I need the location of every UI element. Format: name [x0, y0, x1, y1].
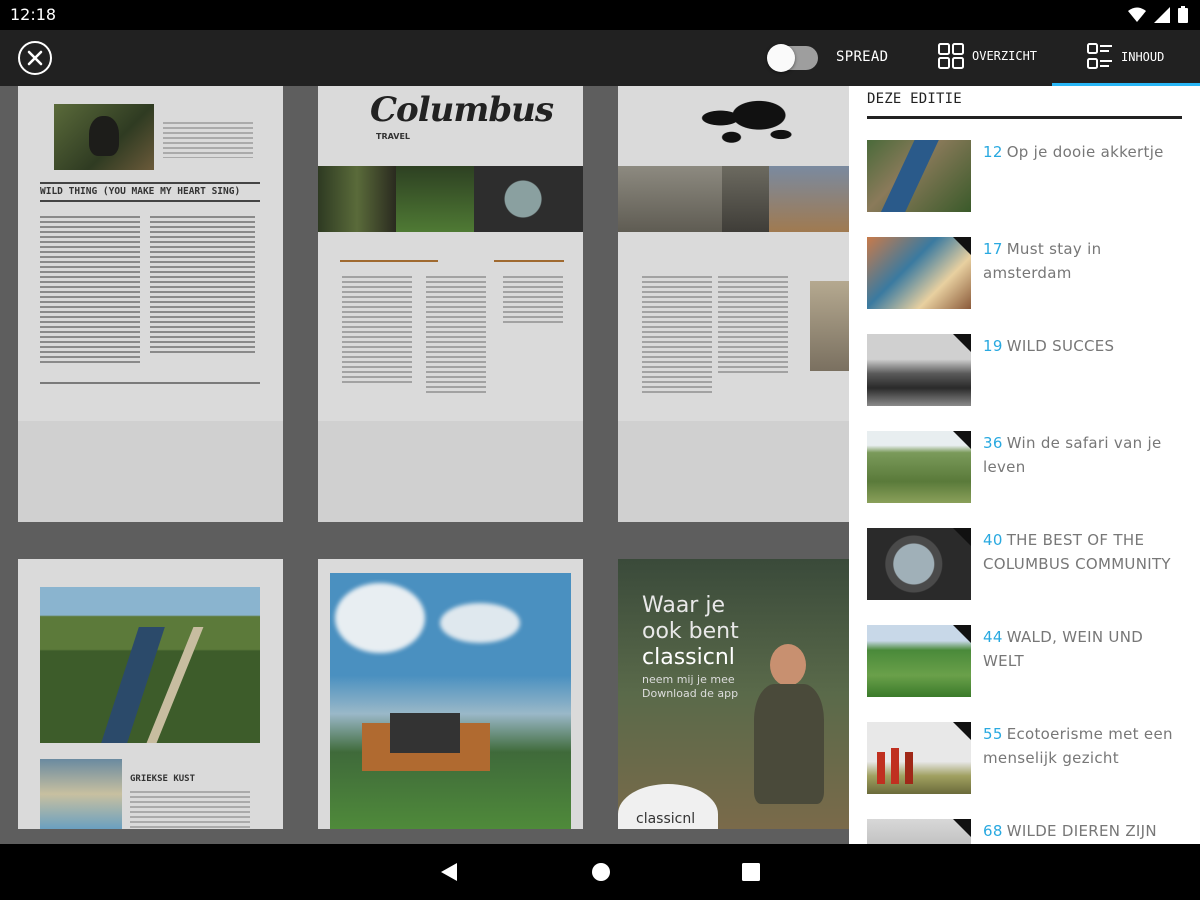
cover-strip [318, 166, 583, 232]
toc-item[interactable]: 44 WALD, WEIN UND WELT [867, 625, 1187, 722]
back-button[interactable] [440, 862, 458, 886]
toc-title: WALD, WEIN UND WELT [983, 628, 1144, 670]
home-button[interactable] [591, 862, 611, 886]
toc-item[interactable]: 55 Ecotoerisme met een menselijk gezicht [867, 722, 1187, 819]
ad-brand: classicnl [642, 645, 735, 670]
cabin-photo [330, 573, 571, 829]
grid-icon [938, 43, 964, 69]
toc-page-number: 17 [983, 240, 1003, 258]
contents-icon [1087, 43, 1112, 69]
recents-button[interactable] [741, 862, 761, 886]
toc-page-number: 40 [983, 531, 1003, 549]
toolbar: SPREAD OVERZICHT INHOUD [0, 30, 1200, 86]
close-icon [27, 50, 43, 66]
ad-headline-1: Waar je [642, 593, 725, 618]
toc-page-number: 44 [983, 628, 1003, 646]
toc-item[interactable]: 17 Must stay in amsterdam [867, 237, 1187, 334]
toc-title: Win de safari van je leven [983, 434, 1162, 476]
toc-thumbnail [867, 625, 971, 697]
spread-toggle[interactable] [767, 44, 818, 72]
panel-divider [867, 116, 1182, 119]
ad-brand-bottom: classicnl [636, 811, 696, 827]
toc-thumbnail [867, 334, 971, 406]
article-column-2 [150, 216, 255, 356]
toc-page-number: 55 [983, 725, 1003, 743]
ad-person [744, 644, 834, 804]
columbus-logo: Columbus [370, 90, 554, 130]
toc-thumbnail [867, 431, 971, 503]
ad-line-2: Download de app [642, 687, 739, 700]
columbus-sub: TRAVEL [376, 132, 411, 141]
toggle-knob [767, 44, 795, 72]
toc-item[interactable]: 40 THE BEST OF THE COLUMBUS COMMUNITY [867, 528, 1187, 625]
contents-panel: DEZE EDITIE 12 Op je dooie akkertje 17 Mus… [849, 86, 1200, 844]
toc-thumbnail [867, 722, 971, 794]
home-icon [592, 863, 610, 881]
page-thumbnail-5[interactable] [318, 559, 583, 829]
toc-title: WILD SUCCES [1006, 337, 1115, 355]
page-thumbnail-4[interactable]: GRIEKSE KUST [18, 559, 283, 829]
toc-title: Ecotoerisme met een menselijk gezicht [983, 725, 1173, 767]
page-thumbnail-3[interactable] [618, 86, 849, 522]
river-photo [40, 587, 260, 743]
toc-page-number: 68 [983, 822, 1003, 840]
toc-item[interactable]: 68 WILDE DIEREN ZIJN [867, 819, 1187, 844]
page-thumbnail-2[interactable]: Columbus TRAVEL [318, 86, 583, 522]
toc-item[interactable]: 36 Win de safari van je leven [867, 431, 1187, 528]
battery-icon [1178, 6, 1188, 23]
wild-thing-title: WILD THING (YOU MAKE MY HEART SING) [40, 186, 241, 197]
inhoud-label: INHOUD [1121, 50, 1165, 64]
recents-icon [742, 863, 760, 881]
status-time: 12:18 [10, 5, 57, 24]
article-column-1 [40, 216, 140, 366]
wifi-icon [1128, 7, 1146, 22]
panel-header: DEZE EDITIE [867, 91, 962, 107]
toc-thumbnail [867, 528, 971, 600]
spread-label: SPREAD [836, 49, 889, 65]
inhoud-tab[interactable]: INHOUD [1087, 43, 1164, 71]
back-icon [441, 863, 457, 881]
toc-title: Op je dooie akkertje [1006, 143, 1164, 161]
photo-strip [618, 166, 849, 232]
toc-thumbnail [867, 819, 971, 844]
toc-list: 12 Op je dooie akkertje 17 Must stay in am… [867, 140, 1187, 844]
status-icons [1128, 6, 1188, 23]
signal-icon [1154, 6, 1170, 23]
world-map [693, 96, 803, 151]
overzicht-label: OVERZICHT [972, 49, 1038, 63]
toc-page-number: 12 [983, 143, 1003, 161]
toc-thumbnail [867, 140, 971, 212]
page-thumbnail-6[interactable]: Waar je ook bent classicnl neem mij je m… [618, 559, 849, 829]
toc-page-number: 19 [983, 337, 1003, 355]
toc-page-number: 36 [983, 434, 1003, 452]
toc-title: THE BEST OF THE COLUMBUS COMMUNITY [983, 531, 1171, 573]
overzicht-button[interactable]: OVERZICHT [938, 43, 1037, 69]
close-button[interactable] [18, 41, 52, 75]
griekse-title: GRIEKSE KUST [130, 774, 196, 784]
gorilla-photo [54, 104, 154, 170]
toc-thumbnail [867, 237, 971, 309]
status-bar: 12:18 [0, 0, 1200, 30]
toc-item[interactable]: 19 WILD SUCCES [867, 334, 1187, 431]
ad-line-1: neem mij je mee [642, 673, 735, 686]
intro-text [163, 122, 253, 158]
toc-title: WILDE DIEREN ZIJN [1006, 822, 1157, 840]
ad-headline-2: ook bent [642, 619, 739, 644]
page-thumbnail-1[interactable]: WILD THING (YOU MAKE MY HEART SING) [18, 86, 283, 522]
toc-item[interactable]: 12 Op je dooie akkertje [867, 140, 1187, 237]
navigation-bar [0, 844, 1200, 900]
